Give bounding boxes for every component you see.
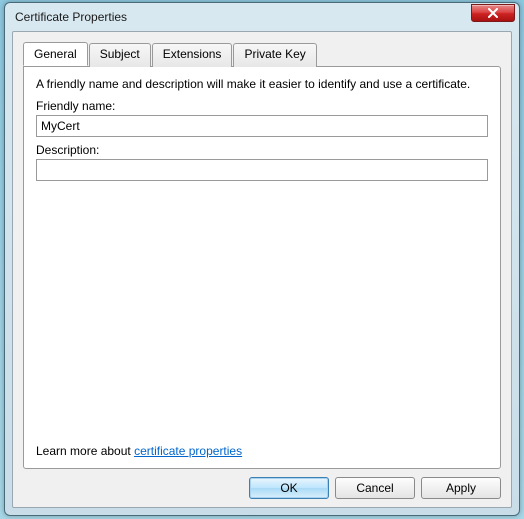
tab-subject[interactable]: Subject bbox=[89, 43, 151, 67]
dialog-buttons: OK Cancel Apply bbox=[23, 477, 501, 499]
tab-extensions[interactable]: Extensions bbox=[152, 43, 233, 67]
tab-strip: General Subject Extensions Private Key bbox=[23, 42, 501, 66]
tab-general[interactable]: General bbox=[23, 42, 88, 66]
learn-more: Learn more about certificate properties bbox=[36, 444, 488, 458]
learn-prefix: Learn more about bbox=[36, 444, 134, 458]
tab-private-key[interactable]: Private Key bbox=[233, 43, 316, 67]
window-title: Certificate Properties bbox=[15, 10, 471, 24]
spacer bbox=[36, 187, 488, 438]
close-icon bbox=[487, 8, 499, 18]
description-label: Description: bbox=[36, 143, 488, 157]
client-area: General Subject Extensions Private Key A… bbox=[12, 31, 512, 508]
friendly-name-input[interactable] bbox=[36, 115, 488, 137]
cancel-button[interactable]: Cancel bbox=[335, 477, 415, 499]
close-button[interactable] bbox=[471, 4, 515, 22]
dialog-window: Certificate Properties General Subject E… bbox=[4, 2, 520, 516]
friendly-name-label: Friendly name: bbox=[36, 99, 488, 113]
intro-text: A friendly name and description will mak… bbox=[36, 77, 488, 91]
ok-button[interactable]: OK bbox=[249, 477, 329, 499]
tab-page-general: A friendly name and description will mak… bbox=[23, 66, 501, 469]
description-input[interactable] bbox=[36, 159, 488, 181]
apply-button[interactable]: Apply bbox=[421, 477, 501, 499]
learn-link[interactable]: certificate properties bbox=[134, 444, 242, 458]
title-bar: Certificate Properties bbox=[5, 3, 519, 31]
